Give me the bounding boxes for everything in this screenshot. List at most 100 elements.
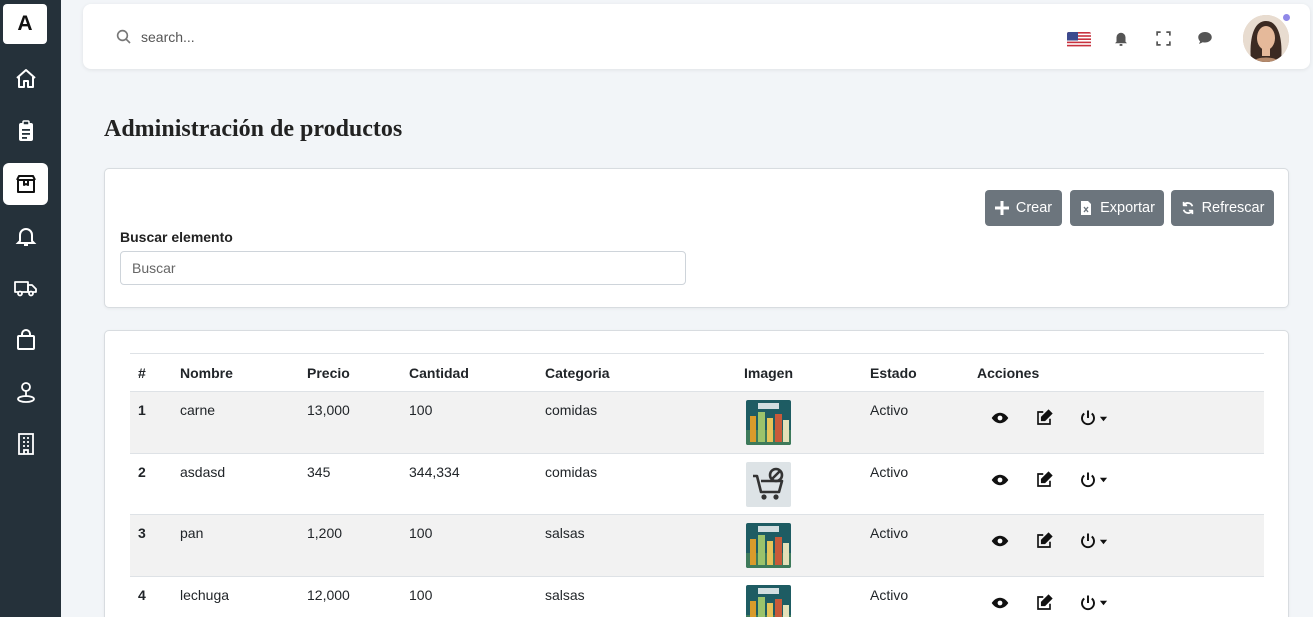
product-category: comidas bbox=[537, 391, 675, 454]
row-number: 2 bbox=[130, 453, 172, 515]
sidebar: A bbox=[0, 0, 61, 617]
avatar[interactable] bbox=[1243, 15, 1289, 62]
product-image[interactable] bbox=[746, 523, 791, 568]
product-name: asdasd bbox=[172, 453, 299, 515]
view-eye-icon[interactable] bbox=[991, 532, 1009, 550]
refresh-button[interactable]: Refrescar bbox=[1171, 190, 1274, 226]
refresh-icon bbox=[1182, 201, 1193, 215]
product-image[interactable] bbox=[746, 584, 791, 617]
toggle-status-dropdown[interactable] bbox=[1079, 594, 1108, 612]
chat-icon[interactable] bbox=[1195, 28, 1215, 48]
export-button-label: Exportar bbox=[1100, 200, 1155, 216]
view-eye-icon[interactable] bbox=[991, 409, 1009, 427]
toggle-status-dropdown[interactable] bbox=[1079, 409, 1108, 427]
row-actions bbox=[969, 514, 1264, 577]
product-quantity: 344,334 bbox=[401, 453, 537, 515]
product-name: carne bbox=[172, 391, 299, 454]
filter-card: Crear Exportar Refrescar Buscar elemento… bbox=[104, 168, 1289, 308]
excel-file-icon bbox=[1081, 201, 1092, 215]
bell-icon bbox=[15, 228, 36, 246]
table-row: 1 carne 13,000 100 comidas Activo bbox=[130, 391, 1264, 454]
column-header-category: Categoria bbox=[537, 353, 675, 392]
map-pin-icon bbox=[16, 382, 35, 403]
app-logo[interactable]: A bbox=[3, 4, 47, 44]
row-number: 1 bbox=[130, 391, 172, 454]
clipboard-icon bbox=[18, 120, 33, 141]
sidebar-item-home[interactable] bbox=[3, 58, 48, 100]
shopping-bag-icon bbox=[16, 329, 35, 350]
sidebar-item-products[interactable] bbox=[3, 163, 48, 205]
view-eye-icon[interactable] bbox=[991, 471, 1009, 489]
product-quantity: 100 bbox=[401, 576, 537, 617]
power-icon bbox=[1081, 410, 1095, 426]
search-input[interactable]: search... bbox=[141, 29, 195, 45]
sidebar-item-orders[interactable] bbox=[3, 110, 48, 152]
row-actions bbox=[969, 391, 1264, 454]
fullscreen-icon[interactable] bbox=[1153, 28, 1173, 48]
sidebar-item-companies[interactable] bbox=[3, 423, 48, 465]
caret-down-icon bbox=[1099, 539, 1108, 544]
refresh-button-label: Refrescar bbox=[1201, 200, 1265, 216]
row-actions bbox=[969, 576, 1264, 617]
sidebar-item-shipping[interactable] bbox=[3, 267, 48, 309]
column-header-name: Nombre bbox=[172, 353, 299, 392]
product-price: 12,000 bbox=[299, 576, 401, 617]
toggle-status-dropdown[interactable] bbox=[1079, 532, 1108, 550]
table-row: 3 pan 1,200 100 salsas Activo bbox=[130, 514, 1264, 577]
product-image-cell bbox=[675, 576, 862, 617]
row-actions bbox=[969, 453, 1264, 515]
products-table-card: # Nombre Precio Cantidad Categoria Image… bbox=[104, 330, 1289, 617]
power-icon bbox=[1081, 533, 1095, 549]
product-price: 1,200 bbox=[299, 514, 401, 577]
product-category: salsas bbox=[537, 576, 675, 617]
product-image-cell bbox=[675, 391, 862, 454]
column-header-quantity: Cantidad bbox=[401, 353, 537, 392]
product-category: salsas bbox=[537, 514, 675, 577]
product-image[interactable] bbox=[746, 461, 791, 507]
column-header-price: Precio bbox=[299, 353, 401, 392]
page-title: Administración de productos bbox=[104, 116, 403, 142]
products-table: # Nombre Precio Cantidad Categoria Image… bbox=[130, 353, 1264, 617]
row-number: 3 bbox=[130, 514, 172, 577]
us-flag-icon[interactable] bbox=[1067, 32, 1091, 48]
notifications-bell-icon[interactable] bbox=[1111, 28, 1131, 48]
column-header-number: # bbox=[130, 353, 172, 392]
sidebar-item-notifications[interactable] bbox=[3, 215, 48, 257]
home-icon bbox=[15, 69, 36, 88]
caret-down-icon bbox=[1099, 600, 1108, 606]
caret-down-icon bbox=[1099, 416, 1108, 421]
truck-icon bbox=[13, 281, 37, 297]
toggle-status-dropdown[interactable] bbox=[1079, 471, 1108, 489]
product-quantity: 100 bbox=[401, 391, 537, 454]
column-header-image: Imagen bbox=[675, 353, 862, 392]
power-icon bbox=[1081, 472, 1095, 487]
create-button[interactable]: Crear bbox=[985, 190, 1062, 226]
product-price: 345 bbox=[299, 453, 401, 515]
table-row: 2 asdasd 345 344,334 comidas Activo bbox=[130, 453, 1264, 515]
edit-icon[interactable] bbox=[1035, 532, 1053, 550]
sidebar-item-locations[interactable] bbox=[3, 371, 48, 413]
product-status: Activo bbox=[862, 576, 969, 617]
product-name: pan bbox=[172, 514, 299, 577]
product-name: lechuga bbox=[172, 576, 299, 617]
product-status: Activo bbox=[862, 514, 969, 577]
sidebar-item-shop[interactable] bbox=[3, 319, 48, 361]
create-button-label: Crear bbox=[1015, 200, 1053, 216]
product-price: 13,000 bbox=[299, 391, 401, 454]
export-button[interactable]: Exportar bbox=[1070, 190, 1164, 226]
search-field-label: Buscar elemento bbox=[120, 229, 233, 245]
edit-icon[interactable] bbox=[1035, 593, 1053, 612]
package-icon bbox=[15, 175, 36, 193]
view-eye-icon[interactable] bbox=[991, 594, 1009, 612]
search-field[interactable]: Buscar bbox=[120, 251, 686, 285]
building-icon bbox=[17, 433, 34, 455]
product-quantity: 100 bbox=[401, 514, 537, 577]
table-row: 4 lechuga 12,000 100 salsas Activo bbox=[130, 576, 1264, 617]
plus-icon bbox=[994, 201, 1009, 215]
power-icon bbox=[1081, 595, 1095, 610]
product-image[interactable] bbox=[746, 400, 791, 445]
product-status: Activo bbox=[862, 391, 969, 454]
edit-icon[interactable] bbox=[1035, 409, 1053, 427]
row-number: 4 bbox=[130, 576, 172, 617]
edit-icon[interactable] bbox=[1035, 470, 1053, 489]
